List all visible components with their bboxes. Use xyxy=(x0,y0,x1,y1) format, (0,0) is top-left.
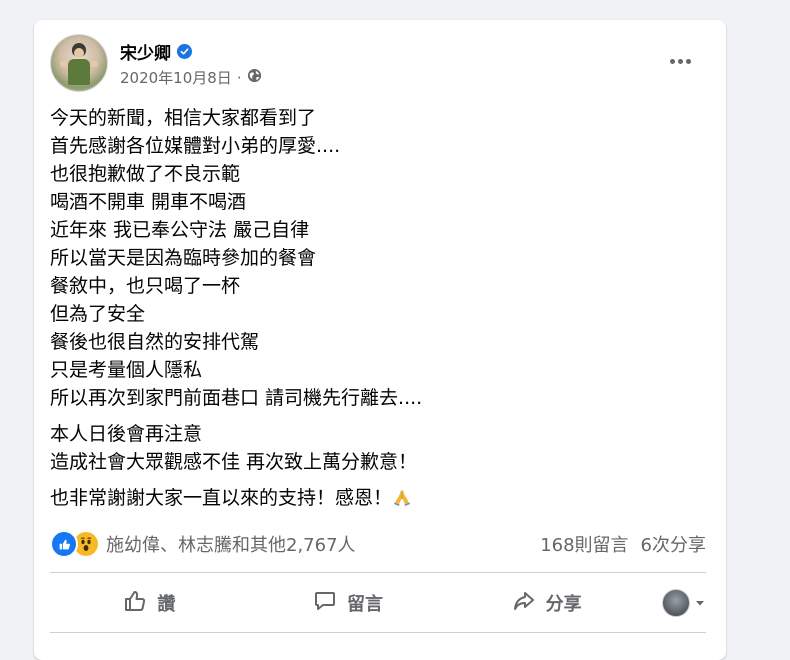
post-line: 餐敘中，也只喝了一杯 xyxy=(50,275,241,297)
comments-count[interactable]: 168則留言 xyxy=(540,531,628,557)
post-paragraph: 今天的新聞，相信大家都看到了 首先感謝各位媒體對小弟的厚愛.... 也很抱歉做了… xyxy=(50,104,700,412)
author-avatar[interactable] xyxy=(50,34,108,92)
post-line: 但為了安全 xyxy=(50,303,146,325)
post-line: 造成社會大眾觀感不佳 再次致上萬分歉意！ xyxy=(50,451,418,473)
caret-down-icon xyxy=(694,593,706,614)
divider xyxy=(50,632,706,633)
like-reaction-icon xyxy=(50,530,78,558)
post-line: 所以當天是因為臨時參加的餐會 xyxy=(50,247,317,269)
post-line: 只是考量個人隱私 xyxy=(50,359,203,381)
post-date[interactable]: 2020年10月8日 xyxy=(120,67,232,88)
post-line: 所以再次到家門前面巷口 請司機先行離去.... xyxy=(50,387,423,409)
post-line: 今天的新聞，相信大家都看到了 xyxy=(50,107,317,129)
post-card: 宋少卿 2020年10月8日 · 今天的新聞，相信大家都看到了 首先感謝各位媒體… xyxy=(34,20,726,660)
comment-button[interactable]: 留言 xyxy=(249,583,448,623)
meta-separator: · xyxy=(236,68,242,87)
post-line: 也很抱歉做了不良示範 xyxy=(50,163,241,185)
action-bar: 讚 留言 分享 xyxy=(50,583,706,623)
post-paragraph: 也非常謝謝大家一直以來的支持！感恩！ xyxy=(50,484,700,512)
more-dot xyxy=(685,58,691,64)
globe-icon[interactable] xyxy=(247,68,262,87)
divider xyxy=(50,572,706,573)
share-arrow-icon xyxy=(512,589,536,618)
post-line: 也非常謝謝大家一直以來的支持！感恩！ xyxy=(50,487,393,509)
post-line: 喝酒不開車 開車不喝酒 xyxy=(50,191,247,213)
post-body: 今天的新聞，相信大家都看到了 首先感謝各位媒體對小弟的厚愛.... 也很抱歉做了… xyxy=(50,104,700,520)
thumbs-up-icon xyxy=(123,589,147,618)
author-name[interactable]: 宋少卿 xyxy=(120,39,171,64)
reactions-summary: 施幼偉、林志騰和其他2,767人 168則留言 6次分享 xyxy=(50,530,706,558)
more-dot xyxy=(669,58,675,64)
more-dot xyxy=(677,58,683,64)
avatar-body xyxy=(68,59,90,85)
avatar-face xyxy=(74,48,84,58)
folded-hands-emoji xyxy=(392,487,412,507)
post-line: 近年來 我已奉公守法 嚴己自律 xyxy=(50,219,310,241)
reactions-left[interactable]: 施幼偉、林志騰和其他2,767人 xyxy=(50,530,356,558)
react-as-selector[interactable] xyxy=(646,583,706,623)
share-label: 分享 xyxy=(545,594,582,615)
reactions-text[interactable]: 施幼偉、林志騰和其他2,767人 xyxy=(106,531,356,557)
user-avatar xyxy=(662,589,691,617)
reaction-icons xyxy=(50,530,100,558)
more-options-icon[interactable] xyxy=(662,48,698,74)
post-author: 宋少卿 xyxy=(120,39,192,64)
share-button[interactable]: 分享 xyxy=(447,583,646,623)
post-meta: 2020年10月8日 · xyxy=(120,67,262,88)
comment-bubble-icon xyxy=(313,589,337,618)
post-paragraph: 本人日後會再注意 造成社會大眾觀感不佳 再次致上萬分歉意！ xyxy=(50,420,700,476)
post-line: 首先感謝各位媒體對小弟的厚愛.... xyxy=(50,135,341,157)
verified-badge-icon xyxy=(177,44,192,59)
post-line: 餐後也很自然的安排代駕 xyxy=(50,331,260,353)
shares-count[interactable]: 6次分享 xyxy=(641,531,706,557)
post-line-with-emoji: 也非常謝謝大家一直以來的支持！感恩！ xyxy=(50,484,700,512)
like-label: 讚 xyxy=(157,594,176,615)
engagement-counts: 168則留言 6次分享 xyxy=(540,531,706,557)
post-line: 本人日後會再注意 xyxy=(50,423,203,445)
like-button[interactable]: 讚 xyxy=(50,583,249,623)
comment-label: 留言 xyxy=(347,594,383,615)
